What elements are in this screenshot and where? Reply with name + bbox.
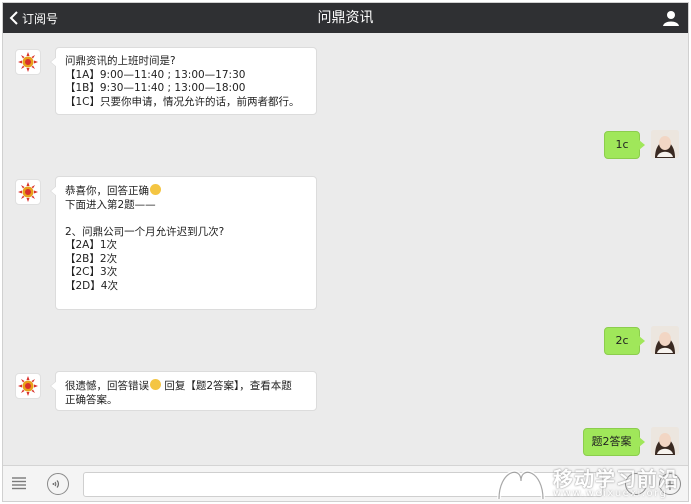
user-avatar[interactable] (651, 427, 679, 455)
user-photo-icon (651, 427, 679, 455)
voice-icon (52, 480, 59, 488)
logo-icon (18, 52, 38, 72)
plus-icon[interactable]: + (659, 473, 681, 495)
message-bubble-user[interactable]: 1c (604, 131, 645, 159)
chevron-left-icon (9, 11, 18, 25)
input-bar: + (3, 465, 688, 501)
message-text: 下面进入第2题—— 2、问鼎公司一个月允许迟到几次? 【2A】1次 【2B】2次… (65, 198, 225, 292)
emoji-strong-icon (150, 184, 161, 195)
message-text: 恭喜你，回答正确 (65, 185, 149, 197)
message-input[interactable] (83, 472, 603, 497)
message-bubble-user[interactable]: 2c (604, 327, 645, 355)
header-bar: 订阅号 问鼎资讯 (3, 3, 688, 33)
emoji-awkward-icon (150, 379, 161, 390)
message-bubble-user[interactable]: 题2答案 (583, 428, 645, 456)
message-bubble-bot[interactable]: 很遗憾，回答错误 回复【题2答案】，查看本题 正确答案。 (50, 371, 317, 411)
message-text: 很遗憾，回答错误 (65, 380, 149, 392)
message-bubble-bot[interactable]: 恭喜你，回答正确 下面进入第2题—— 2、问鼎公司一个月允许迟到几次? 【2A】… (50, 176, 317, 310)
logo-icon (18, 376, 38, 396)
user-avatar[interactable] (651, 326, 679, 354)
person-icon[interactable] (662, 9, 680, 27)
official-account-avatar[interactable] (15, 179, 41, 205)
back-button[interactable]: 订阅号 (9, 3, 58, 33)
user-photo-icon (651, 326, 679, 354)
user-avatar[interactable] (651, 130, 679, 158)
official-account-avatar[interactable] (15, 373, 41, 399)
message-bubble-bot[interactable]: 问鼎资讯的上班时间是? 【1A】9:00—11:40 ; 13:00—17:30… (50, 47, 317, 115)
user-photo-icon (651, 130, 679, 158)
voice-button[interactable] (47, 473, 69, 495)
menu-list-icon[interactable] (11, 476, 27, 490)
emoji-icon[interactable] (625, 473, 647, 495)
back-label: 订阅号 (22, 11, 59, 26)
page-title: 问鼎资讯 (317, 10, 374, 26)
logo-icon (18, 182, 38, 202)
official-account-avatar[interactable] (15, 49, 41, 75)
chat-window: 订阅号 问鼎资讯 问鼎资讯的上班时间是? 【1A】9:00—11:40 ; 13… (2, 2, 689, 502)
